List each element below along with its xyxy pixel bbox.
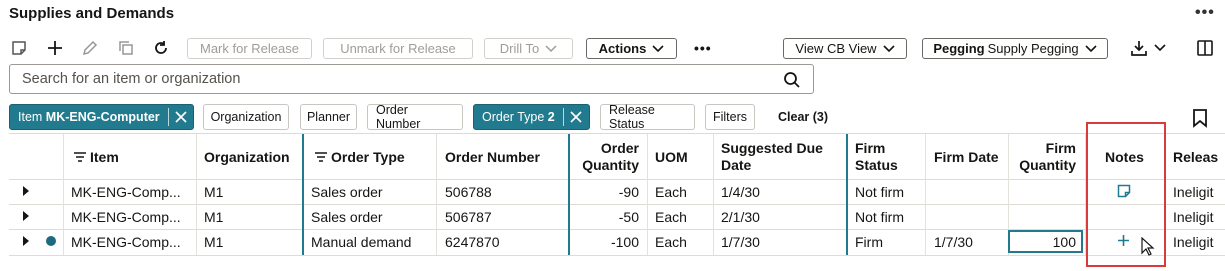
filter-icon bbox=[74, 152, 86, 162]
filter-chip-filters[interactable]: Filters bbox=[705, 104, 755, 130]
column-header-organization[interactable]: Organization bbox=[204, 149, 290, 166]
bookmark-icon[interactable] bbox=[1192, 108, 1208, 128]
column-header-release[interactable]: Releas bbox=[1173, 149, 1218, 166]
unmark-for-release-button[interactable]: Unmark for Release bbox=[323, 38, 473, 59]
actions-button[interactable]: Actions bbox=[586, 38, 677, 59]
column-header-order-type[interactable]: Order Type bbox=[315, 149, 405, 166]
refresh-icon[interactable] bbox=[150, 37, 172, 59]
export-button[interactable] bbox=[1126, 37, 1170, 59]
expand-row-icon[interactable] bbox=[23, 186, 29, 196]
filter-chip-order-type[interactable]: Order Type 2 bbox=[473, 104, 590, 130]
chevron-down-icon bbox=[1085, 44, 1097, 52]
column-header-order-number[interactable]: Order Number bbox=[445, 149, 540, 166]
pegging-select[interactable]: Pegging Supply Pegging bbox=[922, 38, 1108, 59]
panel-toggle-icon[interactable] bbox=[1194, 37, 1216, 59]
chevron-down-icon bbox=[883, 44, 895, 52]
search-placeholder: Search for an item or organization bbox=[22, 71, 241, 87]
column-header-item[interactable]: Item bbox=[74, 149, 119, 166]
search-icon[interactable] bbox=[783, 71, 801, 89]
column-header-firm-status[interactable]: Firm Status bbox=[855, 140, 898, 174]
toolbar-overflow-icon[interactable]: ••• bbox=[694, 40, 712, 56]
column-header-firm-quantity[interactable]: Firm Quantity bbox=[1010, 140, 1076, 174]
duplicate-icon[interactable] bbox=[115, 37, 137, 59]
expand-row-icon[interactable] bbox=[23, 211, 29, 221]
filter-chip-planner[interactable]: Planner bbox=[300, 104, 357, 130]
column-header-firm-date[interactable]: Firm Date bbox=[934, 149, 999, 166]
page-title: Supplies and Demands bbox=[9, 5, 175, 22]
filter-chip-item[interactable]: Item MK-ENG-Computer bbox=[9, 104, 194, 130]
notes-column-highlight bbox=[1086, 122, 1166, 267]
status-dot-icon bbox=[46, 236, 56, 246]
filter-icon bbox=[315, 152, 327, 162]
column-header-uom[interactable]: UOM bbox=[655, 149, 688, 166]
download-icon bbox=[1131, 41, 1147, 56]
column-header-order-quantity[interactable]: Order Quantity bbox=[570, 140, 639, 174]
column-header-suggested-due-date[interactable]: Suggested Due Date bbox=[721, 140, 823, 174]
mark-for-release-button[interactable]: Mark for Release bbox=[187, 38, 312, 59]
add-icon[interactable] bbox=[44, 37, 66, 59]
remove-filter-icon[interactable] bbox=[169, 111, 193, 123]
search-input[interactable]: Search for an item or organization bbox=[9, 64, 814, 94]
filter-chip-order-number[interactable]: Order Number bbox=[367, 103, 463, 131]
edit-icon[interactable] bbox=[79, 37, 101, 59]
clear-filters-link[interactable]: Clear (3) bbox=[778, 110, 828, 124]
expand-row-icon[interactable] bbox=[23, 236, 29, 246]
filter-chip-organization[interactable]: Organization bbox=[203, 104, 289, 130]
chevron-down-icon bbox=[1154, 44, 1166, 52]
note-icon[interactable] bbox=[8, 37, 30, 59]
remove-filter-icon[interactable] bbox=[564, 111, 588, 123]
chevron-down-icon bbox=[652, 44, 664, 52]
drill-to-button[interactable]: Drill To bbox=[484, 38, 573, 59]
view-cb-view-button[interactable]: View CB View bbox=[783, 38, 907, 59]
chevron-down-icon bbox=[545, 44, 557, 52]
more-options-icon[interactable]: ••• bbox=[1195, 4, 1215, 22]
filter-chip-release-status[interactable]: Release Status bbox=[600, 103, 695, 131]
